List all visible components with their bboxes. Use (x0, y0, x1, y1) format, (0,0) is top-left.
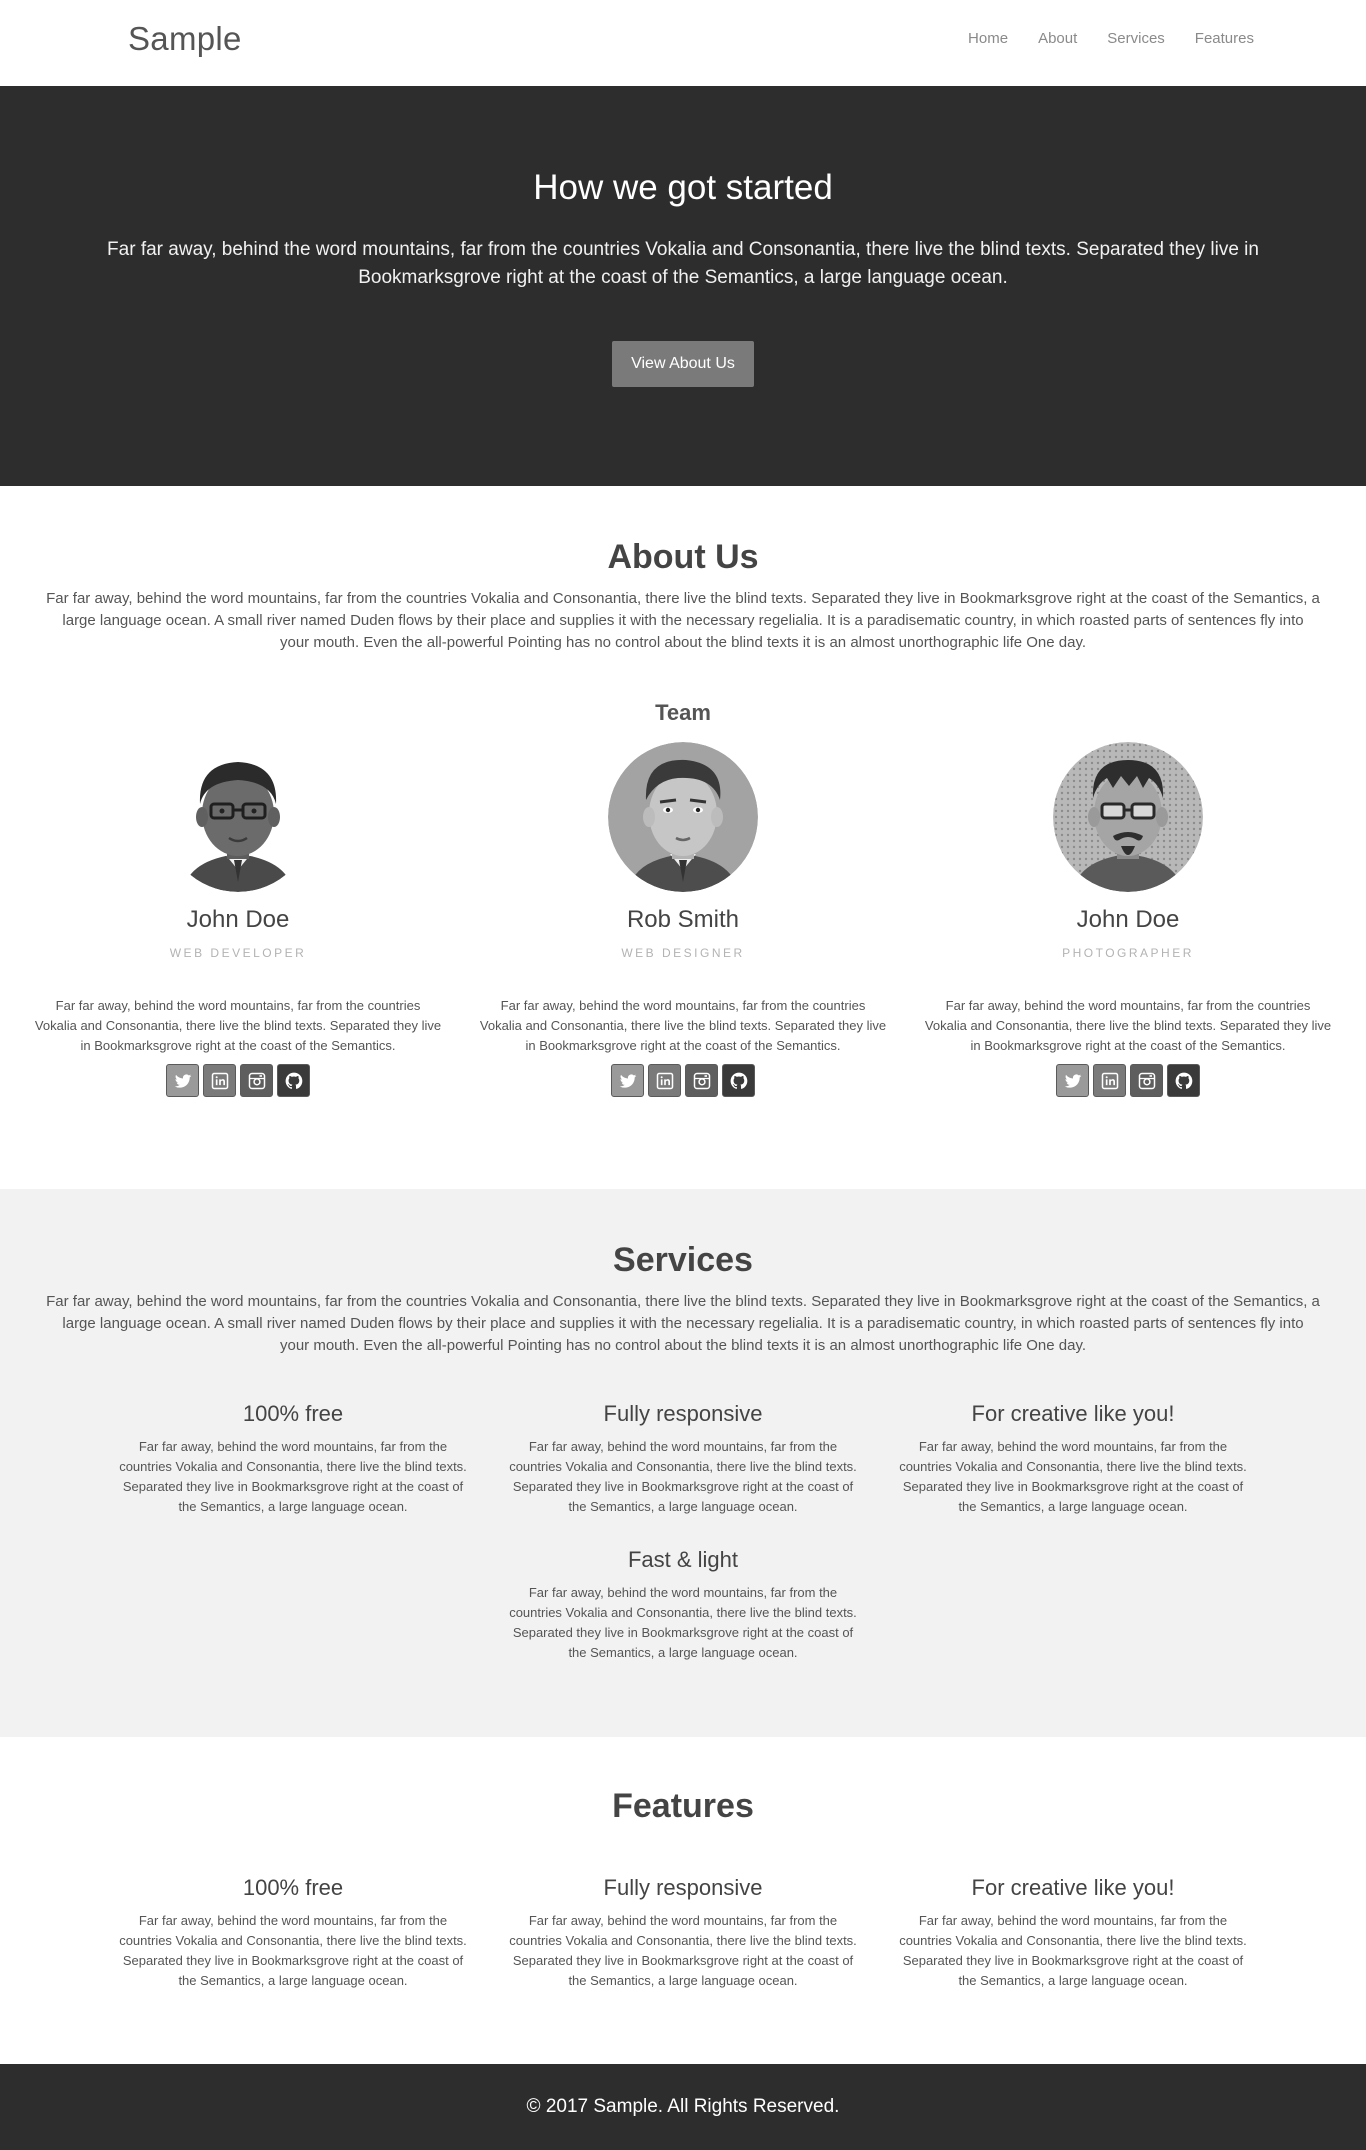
brand-logo[interactable]: Sample (128, 20, 242, 58)
features-title: Features (612, 1787, 754, 1825)
member-name: John Doe (186, 906, 290, 933)
footer-copyright: © 2017 Sample. All Rights Reserved. (526, 2096, 840, 2117)
service-text: Far far away, behind the word mountains,… (899, 1439, 1247, 1514)
github-icon[interactable] (277, 1064, 310, 1097)
linkedin-icon[interactable] (1093, 1064, 1126, 1097)
service-item: Fast & light Far far away, behind the wo… (503, 1547, 863, 1663)
feature-text: Far far away, behind the word mountains,… (899, 1913, 1247, 1988)
service-text: Far far away, behind the word mountains,… (509, 1439, 857, 1514)
view-about-us-button[interactable]: View About Us (612, 341, 754, 387)
hero-text: Far far away, behind the word mountains,… (107, 239, 1259, 288)
footer: © 2017 Sample. All Rights Reserved. (0, 2064, 1366, 2150)
service-title: 100% free (242, 1401, 344, 1426)
twitter-icon[interactable] (1056, 1064, 1089, 1097)
service-text: Far far away, behind the word mountains,… (119, 1439, 467, 1514)
social-links (918, 1064, 1338, 1097)
feature-item: Fully responsive Far far away, behind th… (503, 1875, 863, 1991)
about-text: Far far away, behind the word mountains,… (46, 590, 1320, 651)
github-icon[interactable] (1167, 1064, 1200, 1097)
instagram-icon[interactable] (240, 1064, 273, 1097)
twitter-icon[interactable] (611, 1064, 644, 1097)
member-name: Rob Smith (626, 906, 740, 933)
team-member-card: John Doe PHOTOGRAPHER Far far away, behi… (918, 742, 1338, 1097)
member-role: WEB DESIGNER (621, 946, 745, 960)
feature-title: Fully responsive (603, 1875, 763, 1900)
service-title: For creative like you! (971, 1401, 1175, 1426)
services-section: Services Far far away, behind the word m… (0, 1189, 1366, 1737)
nav-link-features[interactable]: Features (1195, 30, 1254, 47)
linkedin-icon[interactable] (203, 1064, 236, 1097)
feature-text: Far far away, behind the word mountains,… (119, 1913, 467, 1988)
team-member-card: Rob Smith WEB DESIGNER Far far away, beh… (473, 742, 893, 1097)
member-role: PHOTOGRAPHER (1062, 946, 1194, 960)
team-title: Team (655, 700, 711, 725)
service-text: Far far away, behind the word mountains,… (509, 1585, 857, 1660)
services-title: Services (613, 1241, 753, 1279)
about-title: About Us (607, 538, 759, 576)
service-item: For creative like you! Far far away, beh… (893, 1401, 1253, 1517)
service-item: 100% free Far far away, behind the word … (113, 1401, 473, 1517)
features-section: Features 100% free Far far away, behind … (0, 1737, 1366, 2064)
nav-link-home[interactable]: Home (968, 30, 1008, 47)
avatar-rob-smith (608, 742, 758, 892)
github-icon[interactable] (722, 1064, 755, 1097)
service-title: Fast & light (627, 1547, 739, 1572)
member-bio: Far far away, behind the word mountains,… (479, 998, 887, 1053)
feature-title: For creative like you! (971, 1875, 1175, 1900)
service-item: Fully responsive Far far away, behind th… (503, 1401, 863, 1517)
top-navbar: Sample Home About Services Features (0, 0, 1366, 86)
services-text: Far far away, behind the word mountains,… (46, 1293, 1320, 1354)
nav-link-about[interactable]: About (1038, 30, 1077, 47)
social-links (28, 1064, 448, 1097)
feature-item: 100% free Far far away, behind the word … (113, 1875, 473, 1991)
feature-text: Far far away, behind the word mountains,… (509, 1913, 857, 1988)
feature-title: 100% free (242, 1875, 344, 1900)
instagram-icon[interactable] (1130, 1064, 1163, 1097)
hero-section: How we got started Far far away, behind … (0, 86, 1366, 486)
member-bio: Far far away, behind the word mountains,… (34, 998, 442, 1053)
member-role: WEB DEVELOPER (169, 946, 307, 960)
service-title: Fully responsive (603, 1401, 763, 1426)
linkedin-icon[interactable] (648, 1064, 681, 1097)
twitter-icon[interactable] (166, 1064, 199, 1097)
nav-link-services[interactable]: Services (1107, 30, 1165, 47)
avatar-john-doe-developer (163, 742, 313, 892)
avatar-john-doe-photographer (1053, 742, 1203, 892)
feature-item: For creative like you! Far far away, beh… (893, 1875, 1253, 1991)
social-links (473, 1064, 893, 1097)
team-member-card: John Doe WEB DEVELOPER Far far away, beh… (28, 742, 448, 1097)
instagram-icon[interactable] (685, 1064, 718, 1097)
about-section: About Us Far far away, behind the word m… (0, 486, 1366, 1189)
hero-title: How we got started (533, 168, 833, 207)
member-name: John Doe (1076, 906, 1180, 933)
nav-links: Home About Services Features (968, 30, 1254, 47)
member-bio: Far far away, behind the word mountains,… (924, 998, 1332, 1053)
